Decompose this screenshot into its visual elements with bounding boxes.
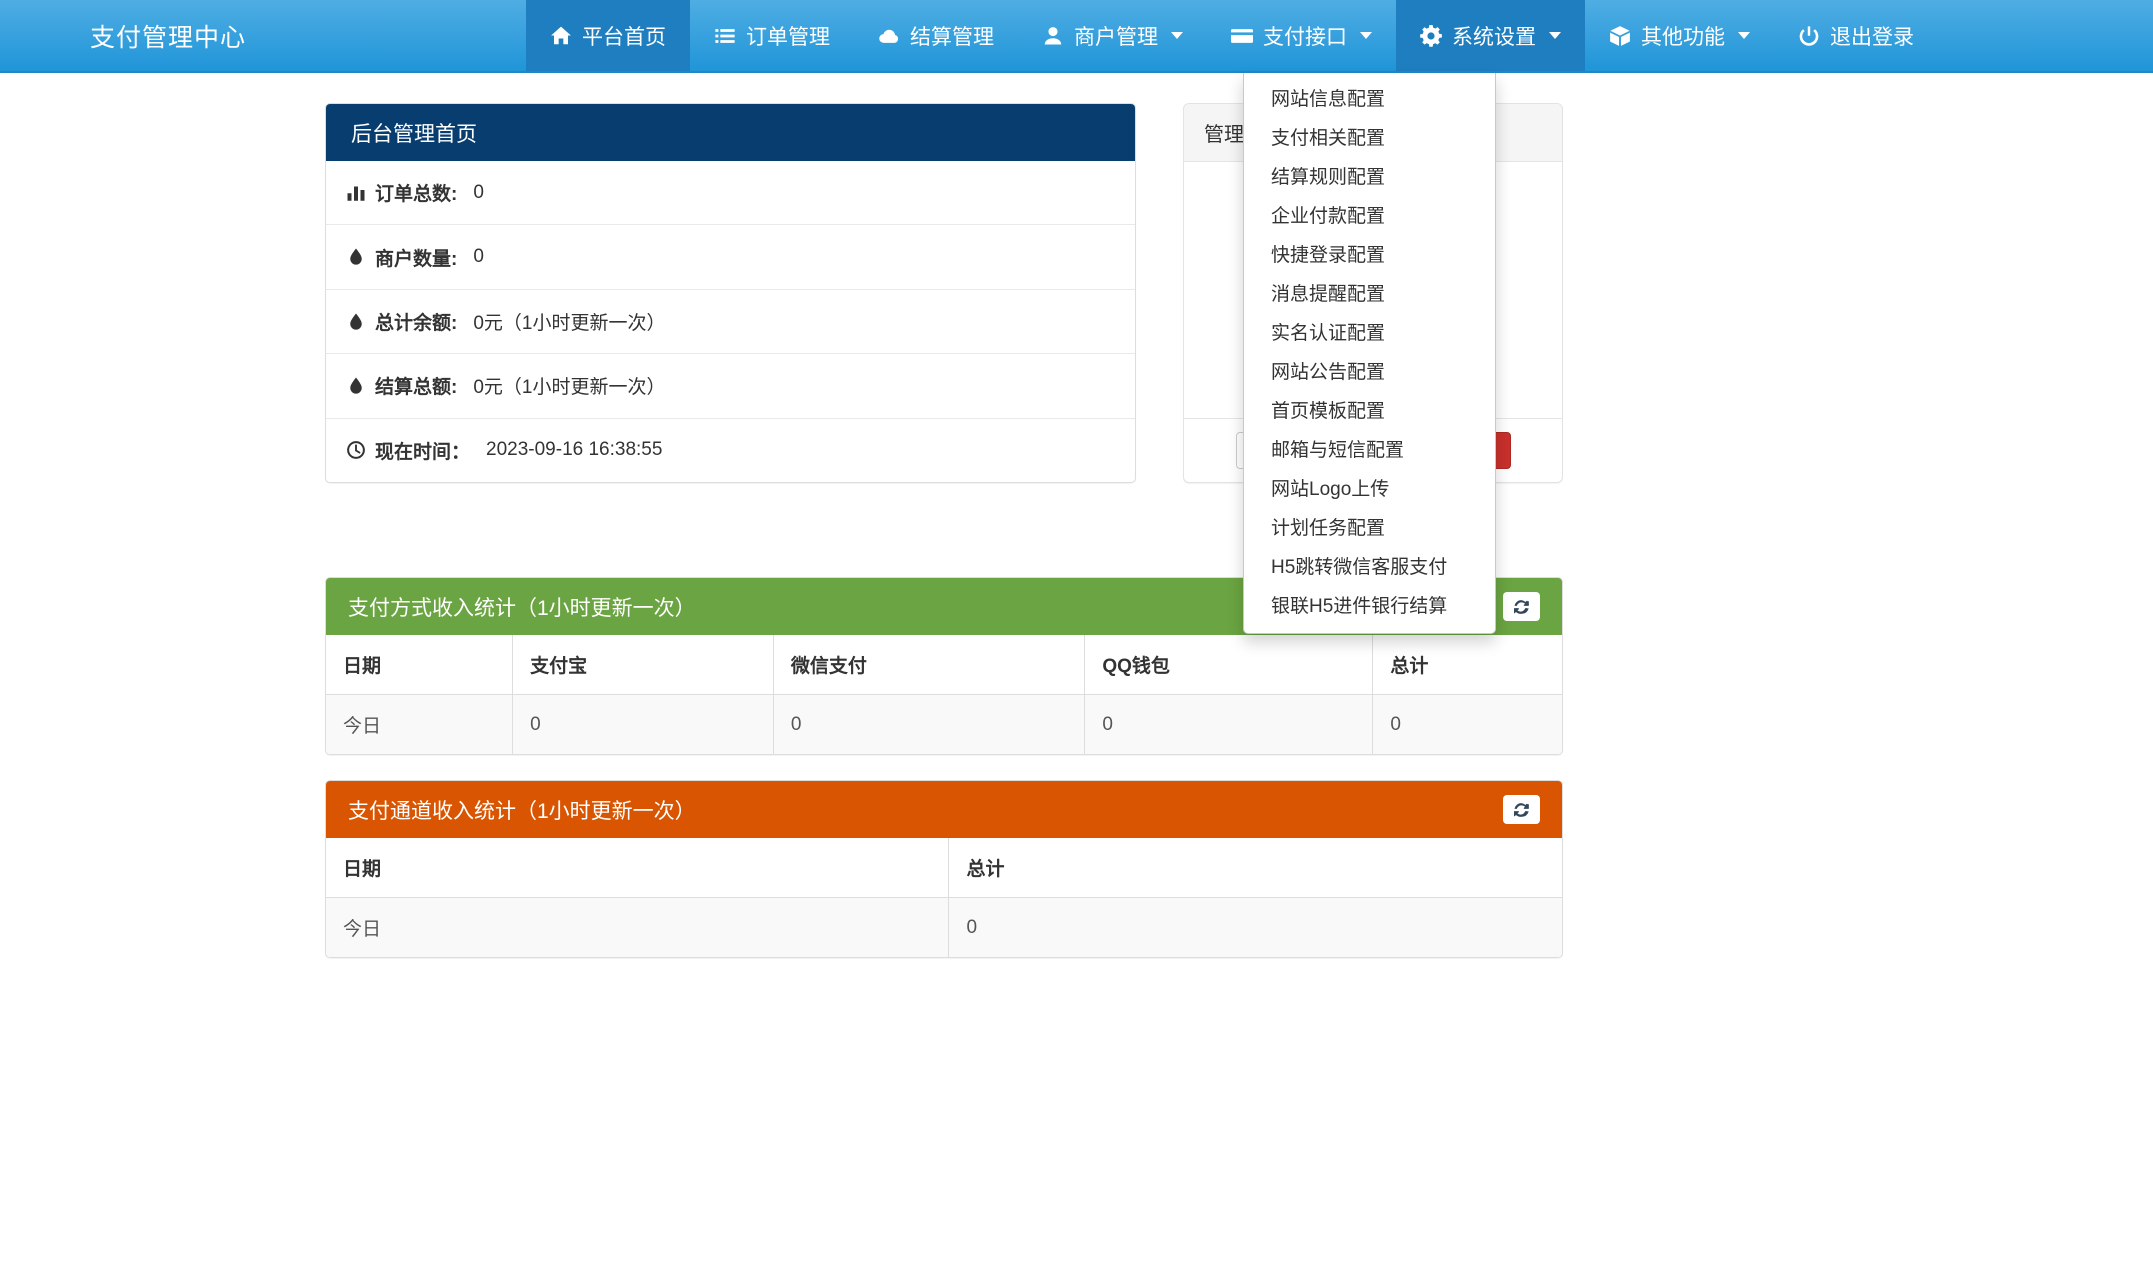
- refresh-icon: [1514, 802, 1530, 818]
- dropdown-item-realname-auth[interactable]: 实名认证配置: [1244, 314, 1495, 353]
- admin-info-panel-title: 管理: [1204, 118, 1244, 147]
- system-settings-dropdown: 网站信息配置 支付相关配置 结算规则配置 企业付款配置 快捷登录配置 消息提醒配…: [1243, 73, 1496, 634]
- cell-total: 0: [1373, 695, 1562, 755]
- cell-date: 今日: [326, 695, 513, 755]
- droplet-icon: [346, 312, 366, 332]
- nav-item-label: 系统设置: [1452, 21, 1536, 51]
- payment-method-income-table: 日期 支付宝 微信支付 QQ钱包 总计 今日 0 0 0 0: [326, 635, 1562, 754]
- nav-item-payment-interface[interactable]: 支付接口: [1207, 0, 1396, 71]
- stat-row-current-time: 现在时间： 2023-09-16 16:38:55: [326, 418, 1135, 482]
- power-icon: [1798, 25, 1820, 47]
- column-header-wechat-pay: 微信支付: [773, 635, 1084, 695]
- bar-chart-icon: [346, 183, 366, 203]
- stat-row-order-total: 订单总数: 0: [326, 161, 1135, 224]
- nav-item-system-settings[interactable]: 系统设置: [1396, 0, 1585, 71]
- payment-channel-income-panel: 支付通道收入统计（1小时更新一次） 日期 总计 今日 0: [325, 780, 1563, 958]
- dropdown-item-home-template[interactable]: 首页模板配置: [1244, 392, 1495, 431]
- stat-row-total-balance: 总计余额: 0元（1小时更新一次）: [326, 289, 1135, 353]
- table-header-row: 日期 总计: [326, 838, 1562, 898]
- dropdown-item-site-info[interactable]: 网站信息配置: [1244, 80, 1495, 119]
- caret-down-icon: [1360, 32, 1372, 39]
- nav-item-settlement-management[interactable]: 结算管理: [854, 0, 1018, 71]
- list-icon: [714, 25, 736, 47]
- credit-card-icon: [1231, 25, 1253, 47]
- stat-value: 0: [473, 246, 484, 268]
- payment-channel-income-table: 日期 总计 今日 0: [326, 838, 1562, 957]
- top-navbar: 支付管理中心 平台首页 订单管理 结算管理 商户管理: [0, 0, 2153, 73]
- table-row-today: 今日 0: [326, 898, 1562, 958]
- column-header-total: 总计: [949, 838, 1562, 898]
- admin-home-panel: 后台管理首页 订单总数: 0 商户数量: 0 总计余额: 0元（1小时更新一次）: [325, 103, 1136, 483]
- user-icon: [1042, 25, 1064, 47]
- stat-label: 订单总数:: [375, 179, 457, 206]
- column-header-date: 日期: [326, 635, 513, 695]
- nav-item-logout[interactable]: 退出登录: [1774, 0, 1938, 71]
- stat-row-settlement-total: 结算总额: 0元（1小时更新一次）: [326, 353, 1135, 417]
- nav-item-label: 商户管理: [1074, 21, 1158, 51]
- cube-icon: [1609, 25, 1631, 47]
- nav-item-label: 退出登录: [1830, 21, 1914, 51]
- nav-item-other-functions[interactable]: 其他功能: [1585, 0, 1774, 71]
- dropdown-item-site-announcement[interactable]: 网站公告配置: [1244, 353, 1495, 392]
- stat-label: 结算总额:: [375, 372, 457, 399]
- stat-value: 0: [473, 182, 484, 204]
- nav-item-label: 其他功能: [1641, 21, 1725, 51]
- stat-label: 现在时间：: [375, 437, 470, 464]
- stat-value: 0元（1小时更新一次）: [473, 372, 665, 399]
- droplet-icon: [346, 247, 366, 267]
- gear-icon: [1420, 25, 1442, 47]
- column-header-qq-wallet: QQ钱包: [1085, 635, 1373, 695]
- caret-down-icon: [1738, 32, 1750, 39]
- nav-item-platform-home[interactable]: 平台首页: [526, 0, 690, 71]
- dropdown-item-mail-sms[interactable]: 邮箱与短信配置: [1244, 431, 1495, 470]
- nav-item-label: 订单管理: [746, 21, 830, 51]
- admin-home-panel-header: 后台管理首页: [326, 104, 1135, 161]
- admin-home-panel-title: 后台管理首页: [351, 118, 477, 148]
- payment-method-income-title: 支付方式收入统计（1小时更新一次）: [348, 592, 696, 622]
- nav-item-label: 结算管理: [910, 21, 994, 51]
- payment-channel-income-title: 支付通道收入统计（1小时更新一次）: [348, 795, 696, 825]
- table-row-today: 今日 0 0 0 0: [326, 695, 1562, 755]
- nav-menu: 平台首页 订单管理 结算管理 商户管理 支付接口: [526, 0, 1938, 71]
- nav-item-merchant-management[interactable]: 商户管理: [1018, 0, 1207, 71]
- stat-value: 0元（1小时更新一次）: [473, 308, 665, 335]
- dropdown-item-quick-login[interactable]: 快捷登录配置: [1244, 236, 1495, 275]
- stat-label: 总计余额:: [375, 308, 457, 335]
- stat-label: 商户数量:: [375, 244, 457, 271]
- stat-row-merchant-count: 商户数量: 0: [326, 224, 1135, 288]
- dropdown-item-unionpay-h5[interactable]: 银联H5进件银行结算: [1244, 587, 1495, 626]
- nav-item-label: 平台首页: [582, 21, 666, 51]
- refresh-button[interactable]: [1503, 592, 1540, 621]
- dropdown-item-settlement-rules[interactable]: 结算规则配置: [1244, 158, 1495, 197]
- caret-down-icon: [1171, 32, 1183, 39]
- dropdown-item-payment-config[interactable]: 支付相关配置: [1244, 119, 1495, 158]
- caret-down-icon: [1549, 32, 1561, 39]
- column-header-alipay: 支付宝: [513, 635, 774, 695]
- dropdown-item-cron-tasks[interactable]: 计划任务配置: [1244, 509, 1495, 548]
- cell-total: 0: [949, 898, 1562, 958]
- dropdown-item-h5-wechat-pay[interactable]: H5跳转微信客服支付: [1244, 548, 1495, 587]
- table-header-row: 日期 支付宝 微信支付 QQ钱包 总计: [326, 635, 1562, 695]
- column-header-date: 日期: [326, 838, 949, 898]
- home-icon: [550, 25, 572, 47]
- nav-item-order-management[interactable]: 订单管理: [690, 0, 854, 71]
- cell-qq-wallet: 0: [1085, 695, 1373, 755]
- cell-date: 今日: [326, 898, 949, 958]
- stat-value: 2023-09-16 16:38:55: [486, 439, 662, 461]
- refresh-icon: [1514, 599, 1530, 615]
- clock-icon: [346, 440, 366, 460]
- dropdown-item-enterprise-payment[interactable]: 企业付款配置: [1244, 197, 1495, 236]
- dropdown-item-logo-upload[interactable]: 网站Logo上传: [1244, 470, 1495, 509]
- droplet-icon: [346, 376, 366, 396]
- brand-title: 支付管理中心: [90, 0, 246, 71]
- payment-channel-income-header: 支付通道收入统计（1小时更新一次）: [326, 781, 1562, 838]
- cell-wechat-pay: 0: [773, 695, 1084, 755]
- refresh-button[interactable]: [1503, 795, 1540, 824]
- dropdown-item-message-reminder[interactable]: 消息提醒配置: [1244, 275, 1495, 314]
- cloud-icon: [878, 25, 900, 47]
- nav-item-label: 支付接口: [1263, 21, 1347, 51]
- admin-stats-list: 订单总数: 0 商户数量: 0 总计余额: 0元（1小时更新一次） 结算总额: …: [326, 161, 1135, 482]
- column-header-total: 总计: [1373, 635, 1562, 695]
- cell-alipay: 0: [513, 695, 774, 755]
